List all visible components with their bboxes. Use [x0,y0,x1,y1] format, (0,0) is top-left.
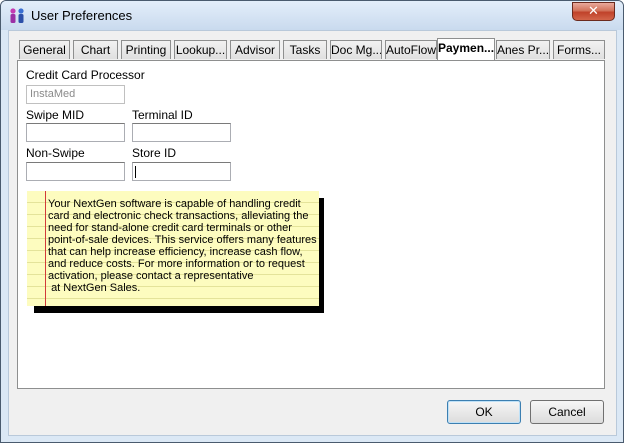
tab-lookup[interactable]: Lookup... [174,40,227,59]
ok-button[interactable]: OK [447,400,521,424]
payment-info-text: Your NextGen software is capable of hand… [48,198,317,294]
non-swipe-label: Non-Swipe [26,146,85,160]
tab-general[interactable]: General [19,40,70,59]
tab-tasks[interactable]: Tasks [283,40,327,59]
tab-label: Tasks [289,43,321,57]
credit-card-processor-field[interactable]: InstaMed [26,85,125,104]
close-icon: ✕ [588,4,599,19]
tab-advisor[interactable]: Advisor [230,40,280,59]
terminal-id-field[interactable] [132,123,231,142]
tab-label: Lookup... [175,43,226,57]
close-button[interactable]: ✕ [572,2,615,21]
tab-label: Doc Mg... [331,43,382,57]
tab-chart[interactable]: Chart [73,40,118,59]
tab-label: Advisor [234,43,275,57]
non-swipe-field[interactable] [26,162,125,181]
title-bar[interactable]: User Preferences ✕ [1,1,623,30]
tab-label: Printing [125,43,167,57]
tab-anes-pref[interactable]: Anes Pr... [496,40,550,59]
store-id-field[interactable] [132,162,231,181]
tab-payment[interactable]: Paymen... [437,38,495,60]
swipe-mid-field[interactable] [26,123,125,142]
people-icon [10,8,24,23]
tab-doc-mgmt[interactable]: Doc Mg... [330,40,382,59]
swipe-mid-label: Swipe MID [26,108,85,122]
tab-label: Paymen... [438,41,495,55]
text-caret [135,166,136,178]
tab-label: General [23,43,66,57]
cancel-button[interactable]: Cancel [530,400,604,424]
credit-card-processor-label: Credit Card Processor [26,68,145,82]
terminal-id-label: Terminal ID [132,108,193,122]
tab-printing[interactable]: Printing [121,40,171,59]
tab-autoflow[interactable]: AutoFlow [385,40,437,59]
window-title: User Preferences [31,8,133,23]
tab-label: AutoFlow [386,43,437,57]
info-sticky-note: Your NextGen software is capable of hand… [27,191,319,306]
tab-label: Anes Pr... [497,43,550,57]
tab-label: Forms... [557,43,601,57]
tab-forms[interactable]: Forms... [553,40,605,59]
store-id-label: Store ID [132,146,177,160]
tab-label: Chart [80,43,111,57]
note-margin-line [45,191,46,306]
